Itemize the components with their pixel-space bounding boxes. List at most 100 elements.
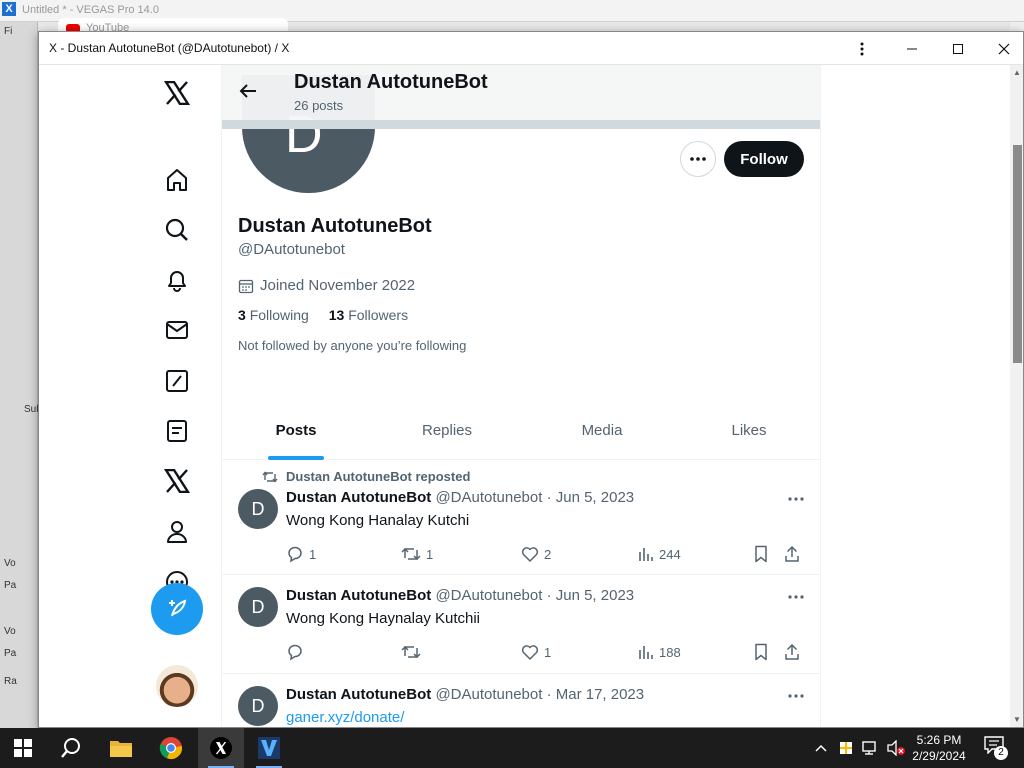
followers-link[interactable]: 13 Followers	[329, 307, 408, 323]
followers-label: Followers	[348, 307, 409, 323]
repost-button[interactable]	[401, 642, 426, 662]
tweet-more-button[interactable]	[786, 587, 806, 607]
network-icon[interactable]	[862, 740, 880, 756]
maximize-button[interactable]	[935, 32, 981, 65]
scroll-down-arrow-icon[interactable]: ▼	[1013, 715, 1021, 724]
share-icon	[785, 545, 799, 562]
start-button[interactable]	[0, 728, 46, 768]
like-button[interactable]: 2	[521, 544, 551, 564]
minimize-button[interactable]	[889, 32, 935, 65]
action-center-button[interactable]: 2	[984, 736, 1008, 760]
maximize-icon	[953, 43, 963, 54]
profile-header-bar: Dustan AutotuneBot 26 posts	[222, 65, 820, 120]
tweet-more-button[interactable]	[786, 489, 806, 509]
tweet-link[interactable]: ganer.xyz/donate/	[286, 709, 404, 726]
share-button[interactable]	[784, 642, 800, 662]
tweet[interactable]: D Dustan AutotuneBot @DAutotunebot · Mar…	[222, 674, 820, 727]
tweet[interactable]: Dustan AutotuneBot reposted D Dustan Aut…	[222, 461, 820, 575]
views-button[interactable]: 188	[638, 642, 681, 662]
taskbar-file-explorer[interactable]	[98, 728, 144, 768]
scrollbar-thumb[interactable]	[1013, 145, 1022, 363]
tab-label: Posts	[275, 421, 317, 439]
tab-posts[interactable]: Posts	[222, 400, 370, 460]
taskbar-vegas-pro[interactable]	[246, 728, 292, 768]
share-button[interactable]	[784, 544, 800, 564]
calendar-icon	[238, 279, 254, 293]
back-button[interactable]	[236, 79, 260, 103]
ellipsis-icon	[788, 595, 804, 599]
taskbar-x-app[interactable]	[198, 728, 244, 768]
tab-likes[interactable]: Likes	[674, 400, 824, 460]
tweet-meta: @DAutotunebot · Mar 17, 2023	[435, 686, 645, 703]
taskbar-search-button[interactable]	[48, 728, 94, 768]
search-icon	[165, 218, 188, 241]
joined-text: Joined November 2022	[260, 277, 416, 294]
scroll-up-arrow-icon[interactable]: ▲	[1013, 68, 1021, 77]
tweet-author-name[interactable]: Dustan AutotuneBot	[286, 489, 431, 506]
ellipsis-icon	[690, 157, 706, 161]
tweet-author-name[interactable]: Dustan AutotuneBot	[286, 587, 431, 604]
bell-icon	[168, 271, 186, 292]
tweet-avatar[interactable]: D	[238, 686, 278, 726]
following-link[interactable]: 3 Following	[238, 307, 309, 323]
reply-button[interactable]	[286, 642, 309, 662]
tweet-author-name[interactable]: Dustan AutotuneBot	[286, 686, 431, 703]
follow-button[interactable]: Follow	[724, 141, 804, 177]
security-shield-icon[interactable]	[838, 740, 854, 756]
repost-button[interactable]: 1	[401, 544, 433, 564]
tab-label: Media	[581, 421, 623, 439]
nav-home[interactable]	[161, 164, 193, 196]
chrome-icon	[159, 737, 182, 760]
profile-column: Dustan AutotuneBot 26 posts D Follow Dus…	[221, 65, 824, 727]
heart-icon	[521, 547, 539, 562]
nav-explore[interactable]	[161, 214, 193, 246]
nav-premium[interactable]	[161, 465, 193, 497]
bg-label: Pa	[4, 580, 17, 591]
header-posts-count: 26 posts	[294, 98, 344, 113]
clock-time: 5:26 PM	[916, 733, 962, 747]
nav-notifications[interactable]	[161, 264, 193, 296]
tweet[interactable]: D Dustan AutotuneBot @DAutotunebot · Jun…	[222, 575, 820, 674]
nav-lists[interactable]	[161, 415, 193, 447]
close-button[interactable]	[981, 32, 1023, 65]
tab-label: Replies	[421, 421, 473, 439]
taskbar-chrome[interactable]	[148, 728, 194, 768]
vertical-scrollbar[interactable]: ▲ ▼	[1010, 65, 1023, 727]
bg-label: Vo	[4, 558, 16, 569]
views-chart-icon	[639, 646, 653, 659]
tweet-more-button[interactable]	[786, 686, 806, 706]
bg-label: Vo	[4, 626, 16, 637]
tweet-actions: 1 188	[286, 642, 806, 662]
profile-more-button[interactable]	[680, 141, 716, 177]
active-tab-indicator	[268, 456, 324, 460]
nav-profile[interactable]	[161, 516, 193, 548]
like-button[interactable]: 1	[521, 642, 551, 662]
bookmark-button[interactable]	[754, 642, 768, 662]
window-titlebar: X - Dustan AutotuneBot (@DAutotunebot) /…	[39, 32, 1023, 65]
mail-icon	[166, 321, 188, 339]
tab-replies[interactable]: Replies	[372, 400, 522, 460]
profile-display-name: Dustan AutotuneBot	[238, 215, 432, 237]
tab-media[interactable]: Media	[527, 400, 677, 460]
vegas-pro-icon	[258, 737, 280, 759]
window-menu-button[interactable]	[839, 32, 885, 65]
taskbar-clock[interactable]: 5:26 PM 2/29/2024	[900, 732, 978, 764]
tweet-avatar[interactable]: D	[238, 489, 278, 529]
tweet-avatar[interactable]: D	[238, 587, 278, 627]
compose-post-button[interactable]	[151, 583, 203, 635]
chevron-up-icon[interactable]	[814, 743, 828, 753]
account-avatar[interactable]	[156, 665, 198, 707]
page-content: Dustan AutotuneBot 26 posts D Follow Dus…	[39, 65, 1023, 727]
lists-icon	[167, 420, 187, 442]
profile-handle: @DAutotunebot	[238, 241, 345, 258]
grok-icon	[166, 370, 188, 392]
bookmark-button[interactable]	[754, 544, 768, 564]
reply-button[interactable]: 1	[286, 544, 316, 564]
nav-messages[interactable]	[161, 314, 193, 346]
bg-label: Fi	[4, 26, 13, 37]
nav-x-logo[interactable]	[161, 77, 193, 109]
windows-taskbar: 5:26 PM 2/29/2024 2	[0, 728, 1024, 768]
tweet-text: Wong Kong Hanalay Kutchi	[286, 512, 470, 529]
nav-grok[interactable]	[161, 365, 193, 397]
views-button[interactable]: 244	[638, 544, 681, 564]
